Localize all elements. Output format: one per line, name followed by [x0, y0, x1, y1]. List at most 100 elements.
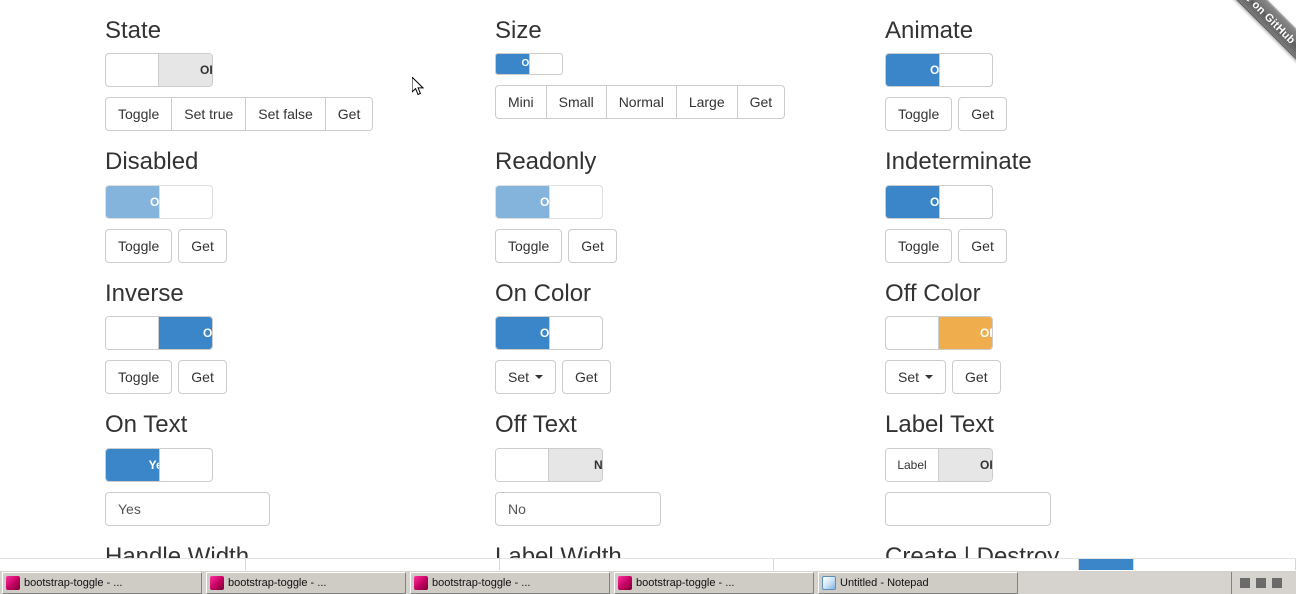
on-color-set-dropdown-button[interactable]: Set [495, 360, 556, 394]
toggle-state-off-label: OFF [159, 54, 213, 86]
toggle-animate-off-label: OFF [992, 54, 993, 86]
section-title-disabled: Disabled [105, 131, 477, 184]
taskbar-item-label: bootstrap-toggle - ... [636, 577, 734, 589]
on-text-input[interactable] [105, 492, 270, 526]
size-normal-button[interactable]: Normal [606, 85, 677, 119]
toggle-indeterminate[interactable]: ON OFF [885, 185, 993, 219]
size-small-button[interactable]: Small [546, 85, 607, 119]
toggle-inverse[interactable]: OFF ON [105, 316, 213, 350]
state-set-false-button[interactable]: Set false [245, 97, 325, 131]
inverse-button-group: Toggle Get [105, 360, 227, 394]
app-icon [414, 576, 428, 590]
taskbar-item-label: Untitled - Notepad [840, 577, 929, 589]
tray-icon[interactable] [1272, 578, 1282, 588]
disabled-button-row: Toggle Get [105, 229, 477, 263]
app-icon [6, 576, 20, 590]
state-toggle-button[interactable]: Toggle [105, 97, 172, 131]
section-title-indeterminate: Indeterminate [885, 131, 1257, 184]
toggle-readonly-on-label: ON [496, 186, 602, 218]
readonly-button-row: Toggle Get [495, 229, 867, 263]
section-readonly: Readonly ON OFF Toggle Get [486, 131, 876, 262]
off-color-get-button[interactable]: Get [952, 360, 1001, 394]
app-icon [210, 576, 224, 590]
taskbar-item[interactable]: bootstrap-toggle - ... [206, 572, 406, 594]
section-size: Size ON OFF Mini Small Normal Large Get [486, 0, 876, 131]
toggle-on-color[interactable]: ON OFF [495, 316, 603, 350]
tray-icon[interactable] [1240, 578, 1250, 588]
toggle-state[interactable]: ON OFF [105, 53, 213, 87]
toggle-indeterminate-off-label: OFF [992, 186, 993, 218]
toggle-animate[interactable]: ON OFF [885, 53, 993, 87]
inverse-get-button[interactable]: Get [178, 360, 227, 394]
off-text-input[interactable] [495, 492, 661, 526]
section-disabled: Disabled ON OFF Toggle Get [96, 131, 486, 262]
page-root: Fork me on GitHub State ON OFF Toggle Se… [0, 0, 1296, 594]
toggle-size[interactable]: ON OFF [495, 53, 563, 75]
size-get-button[interactable]: Get [737, 85, 786, 119]
winstrip-cell [774, 559, 1079, 570]
toggle-off-color[interactable]: ON OFF [885, 316, 993, 350]
toggle-readonly-off-label: OFF [602, 186, 603, 218]
size-button-group: Mini Small Normal Large Get [495, 85, 785, 119]
on-color-get-button[interactable]: Get [562, 360, 611, 394]
system-tray[interactable] [1231, 572, 1296, 594]
readonly-button-group: Toggle Get [495, 229, 617, 263]
toggle-readonly[interactable]: ON OFF [495, 185, 603, 219]
animate-get-button[interactable]: Get [958, 97, 1007, 131]
label-text-input[interactable] [885, 492, 1051, 526]
taskbar-item-label: bootstrap-toggle - ... [228, 577, 326, 589]
disabled-get-button[interactable]: Get [178, 229, 227, 263]
off-color-button-row: Set Get [885, 360, 1257, 394]
on-color-set-label: Set [508, 370, 529, 384]
toggle-label-text-off-label: OFF [939, 449, 993, 481]
toggle-label-text[interactable]: ON OFF Label [885, 448, 993, 482]
readonly-toggle-button[interactable]: Toggle [495, 229, 562, 263]
section-label-text: Label Text ON OFF Label [876, 394, 1266, 525]
winstrip-cell [246, 559, 500, 570]
chevron-down-icon [925, 375, 933, 379]
section-title-animate: Animate [885, 0, 1257, 53]
state-set-true-button[interactable]: Set true [171, 97, 246, 131]
app-icon [618, 576, 632, 590]
toggle-disabled[interactable]: ON OFF [105, 185, 213, 219]
taskbar-item[interactable]: bootstrap-toggle - ... [2, 572, 202, 594]
readonly-get-button[interactable]: Get [568, 229, 617, 263]
taskbar-item[interactable]: bootstrap-toggle - ... [410, 572, 610, 594]
toggle-off-color-off-label: OFF [939, 317, 993, 349]
toggle-inverse-on-label: ON [159, 317, 213, 349]
indeterminate-get-button[interactable]: Get [958, 229, 1007, 263]
toggle-on-text-on-label: Yes [106, 449, 212, 481]
window-strip [0, 558, 1296, 570]
toggle-on-color-off-label: OFF [602, 317, 603, 349]
section-title-off-text: Off Text [495, 394, 867, 447]
off-color-set-dropdown-button[interactable]: Set [885, 360, 946, 394]
inverse-toggle-button[interactable]: Toggle [105, 360, 172, 394]
toggle-state-on-label: ON [105, 54, 159, 86]
section-indeterminate: Indeterminate ON OFF Toggle Get [876, 131, 1266, 262]
toggle-off-text[interactable]: ON No [495, 448, 603, 482]
taskbar-item[interactable]: bootstrap-toggle - ... [614, 572, 814, 594]
section-state: State ON OFF Toggle Set true Set false G… [96, 0, 486, 131]
section-title-on-text: On Text [105, 394, 477, 447]
winstrip-cell [500, 559, 774, 570]
animate-toggle-button[interactable]: Toggle [885, 97, 952, 131]
taskbar-item[interactable]: Untitled - Notepad [818, 572, 1018, 594]
state-button-group: Toggle Set true Set false Get [105, 97, 373, 131]
taskbar: bootstrap-toggle - ... bootstrap-toggle … [0, 570, 1296, 594]
taskbar-item-label: bootstrap-toggle - ... [432, 577, 530, 589]
row-3: Inverse OFF ON Toggle Get On Color [96, 263, 1266, 394]
row-4: On Text Yes OFF Off Text ON No [96, 394, 1266, 525]
size-mini-button[interactable]: Mini [495, 85, 547, 119]
tray-icon[interactable] [1256, 578, 1266, 588]
size-button-row: Mini Small Normal Large Get [495, 85, 867, 119]
indeterminate-toggle-button[interactable]: Toggle [885, 229, 952, 263]
state-get-button[interactable]: Get [325, 97, 374, 131]
disabled-toggle-button[interactable]: Toggle [105, 229, 172, 263]
taskbar-item-label: bootstrap-toggle - ... [24, 577, 122, 589]
toggle-on-text[interactable]: Yes OFF [105, 448, 213, 482]
toggle-on-color-on-label: ON [496, 317, 602, 349]
winstrip-cell [1134, 559, 1296, 570]
size-large-button[interactable]: Large [676, 85, 738, 119]
toggle-label-text-on-label: ON [885, 449, 939, 481]
row-2: Disabled ON OFF Toggle Get Readonly [96, 131, 1266, 262]
